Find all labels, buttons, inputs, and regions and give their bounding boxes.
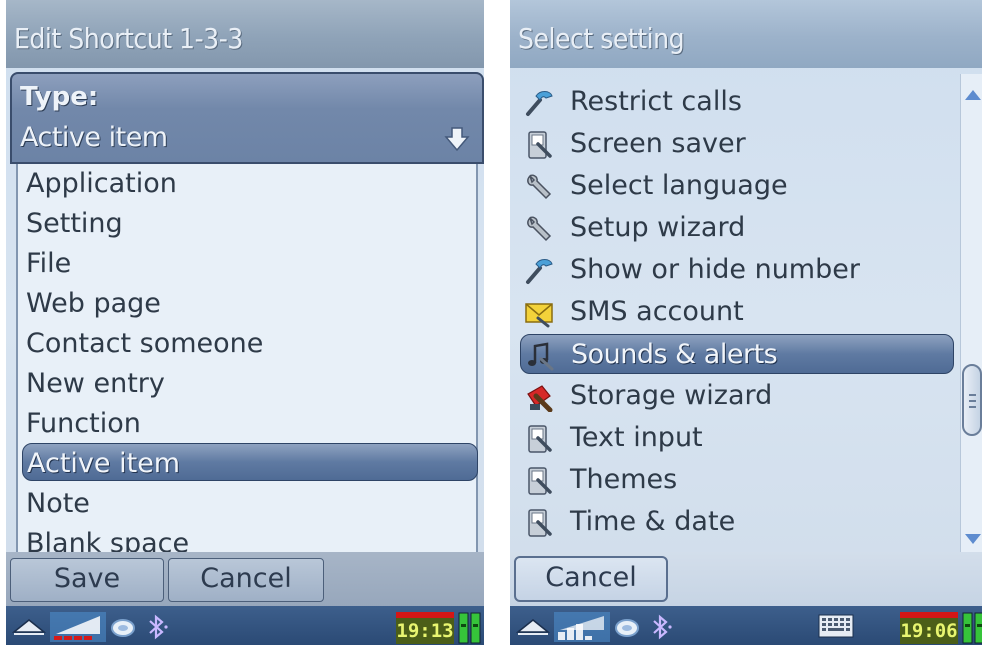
status-bar: 19:13 bbox=[6, 606, 484, 645]
setting-label: Storage wizard bbox=[570, 380, 773, 411]
setting-label: Setup wizard bbox=[570, 212, 746, 243]
bluetooth-icon bbox=[653, 614, 672, 640]
envelope-icon bbox=[525, 303, 553, 328]
phone-screen-icon bbox=[528, 467, 552, 495]
setting-setup-wizard[interactable]: Setup wizard bbox=[514, 208, 954, 248]
network-icon bbox=[111, 619, 135, 637]
cancel-button[interactable]: Cancel bbox=[514, 556, 668, 602]
phone-screen-icon bbox=[528, 131, 552, 159]
setting-select-language[interactable]: Select language bbox=[514, 166, 954, 206]
setting-label: Sounds & alerts bbox=[571, 339, 778, 370]
clock: 19:13 bbox=[396, 612, 454, 644]
setting-label: SMS account bbox=[570, 296, 744, 327]
network-icon bbox=[615, 619, 639, 637]
type-field[interactable]: Type: Active item bbox=[10, 72, 484, 164]
phone-tool-icon bbox=[526, 259, 553, 284]
option-contact-someone[interactable]: Contact someone bbox=[18, 324, 476, 364]
clock: 19:06 bbox=[900, 612, 958, 644]
type-value: Active item bbox=[20, 122, 168, 153]
save-button[interactable]: Save bbox=[10, 558, 164, 602]
setting-label: Text input bbox=[570, 422, 703, 453]
setting-screen-saver[interactable]: Screen saver bbox=[514, 124, 954, 164]
signal-strength-icon bbox=[554, 612, 610, 642]
phone-screen-icon bbox=[528, 509, 552, 537]
settings-list: Restrict calls Screen saver Select langu… bbox=[514, 70, 962, 552]
bluetooth-icon bbox=[149, 614, 168, 640]
setting-label: Screen saver bbox=[570, 128, 746, 159]
setting-sounds-and-alerts[interactable]: Sounds & alerts bbox=[520, 334, 954, 374]
option-note[interactable]: Note bbox=[18, 484, 476, 524]
setting-label: Time & date bbox=[570, 506, 736, 537]
scroll-up-icon[interactable] bbox=[965, 90, 981, 100]
setting-show-or-hide-number[interactable]: Show or hide number bbox=[514, 250, 954, 290]
signal-strength-icon bbox=[50, 612, 106, 642]
wrench-icon bbox=[527, 174, 552, 200]
setting-label: Themes bbox=[570, 464, 678, 495]
scrollbar[interactable] bbox=[960, 74, 982, 554]
edit-shortcut-screen: Edit Shortcut 1-3-3 Type: Active item Ap… bbox=[6, 0, 484, 645]
option-active-item[interactable]: Active item bbox=[22, 443, 478, 481]
music-note-icon bbox=[528, 342, 554, 371]
storage-icon bbox=[527, 385, 553, 412]
option-function[interactable]: Function bbox=[18, 404, 476, 444]
menu-up-icon[interactable] bbox=[12, 618, 46, 636]
scroll-down-icon[interactable] bbox=[965, 534, 981, 544]
screen-title: Select setting bbox=[510, 0, 982, 68]
battery-icon bbox=[458, 612, 481, 644]
setting-label: Restrict calls bbox=[570, 86, 742, 117]
option-web-page[interactable]: Web page bbox=[18, 284, 476, 324]
option-file[interactable]: File bbox=[18, 244, 476, 284]
setting-sms-account[interactable]: SMS account bbox=[514, 292, 954, 332]
setting-restrict-calls[interactable]: Restrict calls bbox=[514, 82, 954, 122]
setting-text-input[interactable]: Text input bbox=[514, 418, 954, 458]
phone-screen-icon bbox=[528, 425, 552, 453]
select-setting-screen: Select setting Restrict calls Screen sav… bbox=[510, 0, 982, 645]
setting-themes[interactable]: Themes bbox=[514, 460, 954, 500]
menu-up-icon[interactable] bbox=[516, 618, 550, 636]
setting-label: Show or hide number bbox=[570, 254, 860, 285]
arrow-down-icon bbox=[444, 127, 470, 152]
option-setting[interactable]: Setting bbox=[18, 204, 476, 244]
screen-title: Edit Shortcut 1-3-3 bbox=[6, 0, 484, 68]
setting-time-and-date[interactable]: Time & date bbox=[514, 502, 954, 542]
status-bar: 19:06 bbox=[510, 606, 982, 645]
wrench-icon bbox=[527, 216, 552, 242]
setting-label: Select language bbox=[570, 170, 788, 201]
scroll-thumb[interactable] bbox=[962, 364, 982, 436]
battery-icon bbox=[962, 612, 982, 644]
option-new-entry[interactable]: New entry bbox=[18, 364, 476, 404]
setting-storage-wizard[interactable]: Storage wizard bbox=[514, 376, 954, 416]
cancel-button[interactable]: Cancel bbox=[168, 558, 324, 602]
option-application[interactable]: Application bbox=[18, 164, 476, 204]
type-label: Type: bbox=[20, 82, 99, 112]
phone-tool-icon bbox=[526, 91, 553, 116]
keyboard-icon bbox=[818, 614, 854, 638]
type-options-list: Application Setting File Web page Contac… bbox=[16, 164, 478, 560]
